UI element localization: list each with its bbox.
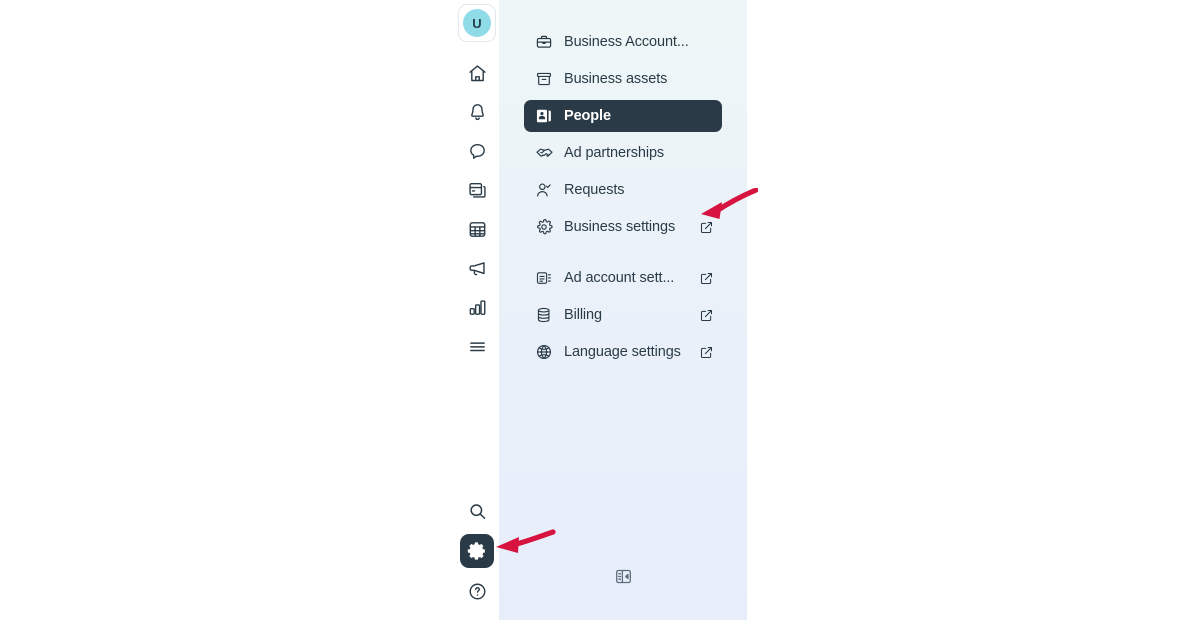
rail-item-settings[interactable] (460, 534, 494, 568)
handshake-icon (534, 143, 554, 163)
person-check-icon (534, 180, 554, 200)
rail-item-more[interactable] (460, 329, 494, 363)
id-badge-icon (534, 106, 554, 126)
archive-box-icon (534, 69, 554, 89)
search-icon (467, 501, 488, 522)
gear-icon (534, 217, 554, 237)
briefcase-icon (534, 32, 554, 52)
rail-bottom-icon-list (455, 494, 499, 614)
left-icon-rail: U (455, 0, 499, 620)
rail-item-content[interactable] (460, 212, 494, 246)
menu-item-label: Ad account sett... (564, 270, 675, 286)
rail-item-help[interactable] (460, 574, 494, 608)
avatar: U (463, 9, 491, 37)
menu-item-label: People (564, 108, 611, 124)
grid-table-icon (467, 219, 488, 240)
hamburger-menu-icon (467, 336, 488, 357)
menu-item-people[interactable]: People (524, 100, 722, 132)
external-link-icon (691, 220, 714, 235)
external-link-icon (691, 308, 714, 323)
help-circle-icon (467, 581, 488, 602)
menu-item-ad-partnerships[interactable]: Ad partnerships (524, 137, 722, 169)
rail-item-posts[interactable] (460, 173, 494, 207)
menu-item-business-settings[interactable]: Business settings (524, 211, 722, 243)
rail-item-ads[interactable] (460, 251, 494, 285)
menu-item-billing[interactable]: Billing (524, 299, 722, 331)
pages-icon (467, 180, 488, 201)
external-link-icon (691, 271, 714, 286)
settings-flyout-panel: Business Account... Business assets Peop… (499, 0, 747, 620)
menu-group-secondary: Ad account sett... Billing Language sett… (499, 262, 747, 368)
rail-item-notifications[interactable] (460, 95, 494, 129)
rail-item-home[interactable] (460, 56, 494, 90)
home-icon (467, 63, 488, 84)
rail-item-messages[interactable] (460, 134, 494, 168)
menu-item-language-settings[interactable]: Language settings (524, 336, 722, 368)
coins-stack-icon (534, 305, 554, 325)
menu-item-label: Business assets (564, 71, 668, 87)
menu-item-label: Language settings (564, 344, 681, 360)
external-link-icon (691, 345, 714, 360)
rail-item-search[interactable] (460, 494, 494, 528)
rail-item-analytics[interactable] (460, 290, 494, 324)
avatar-button[interactable]: U (458, 4, 496, 42)
chat-bubble-icon (467, 141, 488, 162)
panel-menu: Business Account... Business assets Peop… (499, 0, 747, 368)
menu-group-primary: Business Account... Business assets Peop… (499, 26, 747, 243)
collapse-panel-icon (614, 567, 633, 591)
menu-item-business-assets[interactable]: Business assets (524, 63, 722, 95)
menu-item-label: Requests (564, 182, 625, 198)
rail-icon-list (460, 56, 494, 368)
bar-chart-icon (467, 297, 488, 318)
menu-item-label: Ad partnerships (564, 145, 665, 161)
menu-item-label: Business Account... (564, 34, 689, 50)
menu-item-label: Business settings (564, 219, 676, 235)
megaphone-icon (467, 258, 488, 279)
collapse-panel-button[interactable] (610, 566, 636, 592)
menu-item-business-account[interactable]: Business Account... (524, 26, 722, 58)
app-screenshot: U Business Account... Business assets Pe… (0, 0, 1200, 620)
ad-account-icon (534, 268, 554, 288)
gear-icon (466, 540, 488, 562)
menu-item-requests[interactable]: Requests (524, 174, 722, 206)
menu-item-ad-account-settings[interactable]: Ad account sett... (524, 262, 722, 294)
bell-icon (467, 102, 488, 123)
globe-icon (534, 342, 554, 362)
menu-item-label: Billing (564, 307, 602, 323)
panel-footer (499, 566, 747, 592)
